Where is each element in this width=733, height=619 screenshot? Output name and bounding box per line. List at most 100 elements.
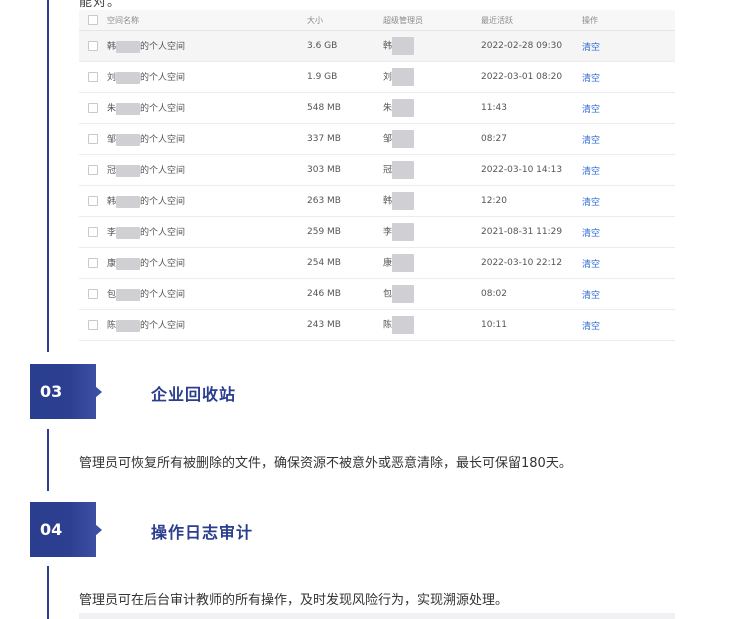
clear-button[interactable]: 清空: [582, 164, 642, 177]
name-prefix: 冠: [107, 166, 117, 177]
section-title: 操作日志审计: [151, 523, 254, 542]
clear-button[interactable]: 清空: [582, 226, 642, 239]
space-admin: 包: [383, 285, 481, 303]
last-active: 2021-08-31 11:29: [481, 227, 563, 237]
name-suffix: 的个人空间: [140, 166, 186, 177]
table-row[interactable]: 包 的个人空间 246 MB 包 08:02 清空: [79, 279, 675, 310]
clear-button[interactable]: 清空: [582, 195, 642, 208]
name-prefix: 李: [107, 228, 117, 239]
name-suffix: 的个人空间: [140, 197, 186, 208]
clear-button[interactable]: 清空: [582, 40, 642, 53]
name-suffix: 的个人空间: [140, 228, 186, 239]
name-suffix: 的个人空间: [140, 321, 186, 332]
redaction-mask: [116, 226, 141, 239]
admin-prefix: 邹: [383, 134, 393, 145]
table-row[interactable]: 冠 的个人空间 303 MB 冠 2022-03-10 14:13 清空: [79, 155, 675, 186]
admin-prefix: 包: [383, 289, 393, 300]
space-size: 259 MB: [307, 227, 341, 237]
row-checkbox[interactable]: [88, 258, 98, 268]
table-header: 空间名称 大小 超级管理员 最近活跃 操作: [79, 10, 675, 31]
table-row[interactable]: 韩 的个人空间 3.6 GB 韩 2022-02-28 09:30 清空: [79, 31, 675, 62]
table-preview-strip: [79, 613, 675, 619]
clear-button[interactable]: 清空: [582, 257, 642, 270]
space-admin: 李: [383, 223, 481, 241]
space-name: 刘 的个人空间: [107, 70, 307, 84]
last-active: 2022-03-01 08:20: [481, 72, 563, 82]
space-size: 303 MB: [307, 165, 341, 175]
redaction-mask: [116, 71, 141, 84]
space-name: 韩 的个人空间: [107, 39, 307, 53]
col-header-admin[interactable]: 超级管理员: [383, 15, 481, 26]
last-active: 10:11: [481, 320, 507, 330]
row-checkbox[interactable]: [88, 103, 98, 113]
admin-prefix: 韩: [383, 196, 393, 207]
last-active: 12:20: [481, 196, 507, 206]
table-row[interactable]: 陈 的个人空间 243 MB 陈 10:11 清空: [79, 310, 675, 341]
space-name: 冠 的个人空间: [107, 163, 307, 177]
admin-prefix: 刘: [383, 72, 393, 83]
row-checkbox[interactable]: [88, 165, 98, 175]
space-size: 246 MB: [307, 289, 341, 299]
table-row[interactable]: 李 的个人空间 259 MB 李 2021-08-31 11:29 清空: [79, 217, 675, 248]
timeline-line-top: [47, 0, 49, 352]
redaction-mask: [392, 254, 415, 272]
row-checkbox[interactable]: [88, 196, 98, 206]
last-active: 2022-03-10 14:13: [481, 165, 563, 175]
col-header-name[interactable]: 空间名称: [107, 15, 307, 26]
name-suffix: 的个人空间: [140, 42, 186, 53]
space-size: 3.6 GB: [307, 41, 338, 51]
row-checkbox[interactable]: [88, 320, 98, 330]
redaction-mask: [392, 37, 415, 55]
redaction-mask: [392, 130, 415, 148]
space-admin: 冠: [383, 161, 481, 179]
table-row[interactable]: 邹 的个人空间 337 MB 邹 08:27 清空: [79, 124, 675, 155]
name-prefix: 陈: [107, 321, 117, 332]
col-header-action: 操作: [582, 15, 598, 25]
table-row[interactable]: 韩 的个人空间 263 MB 韩 12:20 清空: [79, 186, 675, 217]
space-size: 243 MB: [307, 320, 341, 330]
space-name: 韩 的个人空间: [107, 194, 307, 208]
space-admin: 朱: [383, 99, 481, 117]
redaction-mask: [116, 40, 141, 53]
last-active: 11:43: [481, 103, 507, 113]
row-checkbox[interactable]: [88, 289, 98, 299]
clear-button[interactable]: 清空: [582, 133, 642, 146]
redaction-mask: [392, 68, 415, 86]
row-checkbox[interactable]: [88, 41, 98, 51]
redaction-mask: [392, 285, 415, 303]
space-size: 254 MB: [307, 258, 341, 268]
table-row[interactable]: 康 的个人空间 254 MB 康 2022-03-10 22:12 清空: [79, 248, 675, 279]
row-checkbox[interactable]: [88, 134, 98, 144]
space-admin: 陈: [383, 316, 481, 334]
section-number: 04: [40, 520, 63, 539]
col-header-size[interactable]: 大小: [307, 15, 383, 26]
name-prefix: 韩: [107, 197, 117, 208]
badge-arrow: [95, 524, 102, 536]
badge-arrow: [95, 386, 102, 398]
name-suffix: 的个人空间: [140, 135, 186, 146]
name-prefix: 韩: [107, 42, 117, 53]
space-admin: 韩: [383, 37, 481, 55]
name-prefix: 刘: [107, 73, 117, 84]
space-size: 337 MB: [307, 134, 341, 144]
space-size: 548 MB: [307, 103, 341, 113]
clear-button[interactable]: 清空: [582, 102, 642, 115]
section-description: 管理员可恢复所有被删除的文件，确保资源不被意外或恶意清除，最长可保留180天。: [79, 456, 572, 471]
last-active: 08:02: [481, 289, 507, 299]
timeline-line-bottom: [47, 566, 49, 619]
clear-button[interactable]: 清空: [582, 319, 642, 332]
row-checkbox[interactable]: [88, 227, 98, 237]
row-checkbox[interactable]: [88, 72, 98, 82]
space-table: 空间名称 大小 超级管理员 最近活跃 操作 韩的个人空间 3.6 GB 韩 2022-…: [79, 10, 675, 341]
col-header-last-active[interactable]: 最近活跃: [481, 15, 582, 26]
table-row[interactable]: 朱 的个人空间 548 MB 朱 11:43 清空: [79, 93, 675, 124]
table-row[interactable]: 刘 的个人空间 1.9 GB 刘 2022-03-01 08:20 清空: [79, 62, 675, 93]
clear-button[interactable]: 清空: [582, 288, 642, 301]
section-badge-04: 04: [30, 502, 102, 557]
admin-prefix: 朱: [383, 103, 393, 114]
admin-prefix: 康: [383, 258, 393, 269]
clear-button[interactable]: 清空: [582, 71, 642, 84]
select-all-checkbox[interactable]: [88, 15, 98, 25]
redaction-mask: [116, 102, 141, 115]
redaction-mask: [116, 319, 141, 332]
